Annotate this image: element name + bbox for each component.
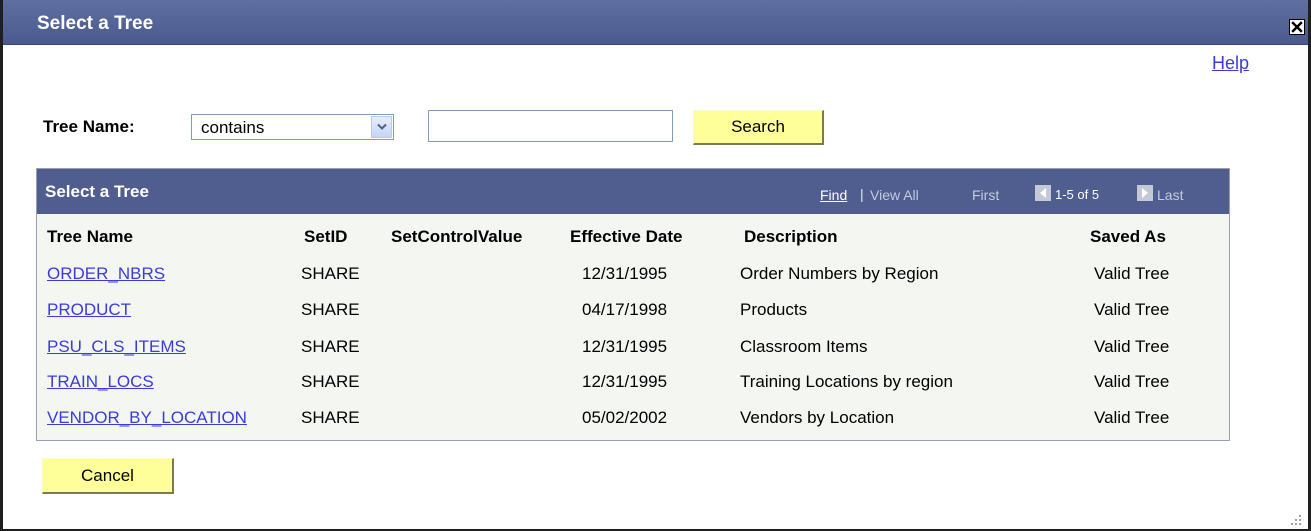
tree-name-input[interactable] (428, 110, 673, 142)
grid-title: Select a Tree (45, 182, 149, 201)
setid-cell: SHARE (301, 372, 360, 391)
tree-name-link[interactable]: PRODUCT (47, 300, 131, 320)
effective-date-cell: 05/02/2002 (582, 408, 668, 427)
first-page-link[interactable]: First (972, 187, 999, 203)
description-cell: Classroom Items (740, 337, 868, 356)
tree-results-grid: Select a Tree Find | View All First 1-5 … (36, 168, 1230, 441)
effective-date-cell: 12/31/1995 (582, 264, 668, 283)
col-header-description[interactable]: Description (744, 227, 838, 247)
title-bar[interactable]: Select a Tree (3, 0, 1308, 45)
find-link[interactable]: Find (820, 187, 847, 203)
operator-select[interactable]: contains (191, 114, 394, 140)
col-header-setcontrolvalue[interactable]: SetControlValue (391, 227, 522, 247)
setid-cell: SHARE (301, 337, 360, 356)
saved-as-cell: Valid Tree (1094, 337, 1170, 356)
description-cell: Products (740, 300, 808, 319)
tree-name-link[interactable]: VENDOR_BY_LOCATION (47, 408, 247, 428)
col-header-tree-name[interactable]: Tree Name (47, 227, 133, 247)
description-cell: Vendors by Location (740, 408, 895, 427)
description-cell: Order Numbers by Region (740, 264, 939, 283)
saved-as-cell: Valid Tree (1094, 264, 1170, 283)
col-header-effective-date[interactable]: Effective Date (570, 227, 682, 247)
dialog-title: Select a Tree (37, 13, 154, 34)
prev-page-icon[interactable] (1035, 185, 1051, 201)
select-tree-dialog: Select a Tree Help Tree Name: contains S… (0, 0, 1311, 531)
saved-as-cell: Valid Tree (1094, 372, 1170, 391)
tree-name-link[interactable]: ORDER_NBRS (47, 264, 165, 284)
effective-date-cell: 12/31/1995 (582, 337, 668, 356)
col-header-setid[interactable]: SetID (304, 227, 347, 247)
chevron-down-icon[interactable] (371, 116, 392, 138)
view-all-link[interactable]: View All (870, 187, 919, 203)
tree-name-link[interactable]: PSU_CLS_ITEMS (47, 337, 186, 357)
effective-date-cell: 12/31/1995 (582, 372, 668, 391)
resize-grip-icon[interactable] (1290, 511, 1302, 525)
help-link[interactable]: Help (1212, 53, 1249, 74)
effective-date-cell: 04/17/1998 (582, 300, 668, 319)
setid-cell: SHARE (301, 300, 360, 319)
search-button[interactable]: Search (693, 110, 824, 145)
nav-separator: | (860, 186, 864, 202)
setid-cell: SHARE (301, 408, 360, 427)
close-icon[interactable] (1289, 19, 1305, 35)
row-range: 1-5 of 5 (1055, 187, 1100, 202)
saved-as-cell: Valid Tree (1094, 300, 1170, 319)
setid-cell: SHARE (301, 264, 360, 283)
col-header-saved-as[interactable]: Saved As (1090, 227, 1166, 247)
saved-as-cell: Valid Tree (1094, 408, 1170, 427)
operator-select-value: contains (201, 118, 265, 137)
cancel-button[interactable]: Cancel (42, 458, 174, 494)
description-cell: Training Locations by region (740, 372, 953, 391)
tree-name-label: Tree Name: (43, 117, 135, 136)
last-page-link[interactable]: Last (1157, 187, 1183, 203)
grid-header: Select a Tree Find | View All First 1-5 … (37, 169, 1229, 214)
next-page-icon[interactable] (1137, 185, 1153, 201)
tree-name-link[interactable]: TRAIN_LOCS (47, 372, 154, 392)
